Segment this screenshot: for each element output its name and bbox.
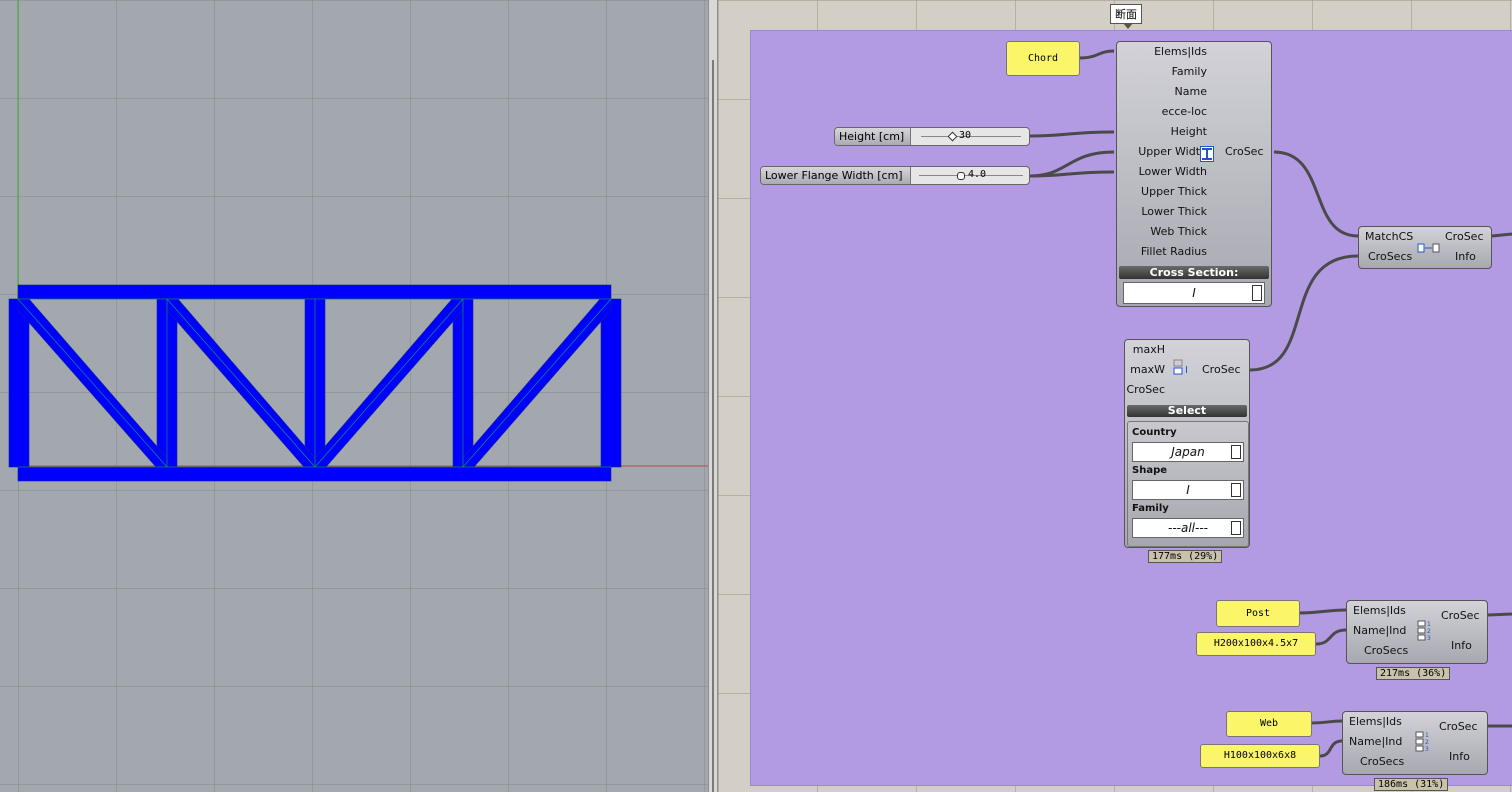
- lower-flange-slider-label: Lower Flange Width [cm]: [761, 167, 911, 184]
- height-slider-label: Height [cm]: [835, 128, 911, 145]
- list-select-icon: 123: [1417, 619, 1435, 643]
- cross-section-menu-title: Cross Section:: [1119, 266, 1269, 279]
- select-options-panel: Country Japan Shape I Family ---all---: [1127, 421, 1249, 547]
- input-lower-thick[interactable]: Lower Thick: [1141, 205, 1207, 218]
- output-info[interactable]: Info: [1455, 250, 1476, 263]
- input-maxh[interactable]: maxH: [1133, 343, 1165, 356]
- cross-section-dropdown-value: I: [1192, 286, 1196, 300]
- lower-flange-slider-handle[interactable]: [957, 172, 965, 180]
- output-crosec[interactable]: CroSec: [1202, 363, 1241, 376]
- match-crosec-component[interactable]: MatchCS CroSecs CroSec Info: [1358, 226, 1492, 269]
- svg-text:2: 2: [1427, 628, 1431, 635]
- select-timing-badge: 177ms (29%): [1148, 550, 1223, 563]
- input-elems-ids[interactable]: Elems|Ids: [1353, 604, 1406, 617]
- output-crosec[interactable]: CroSec: [1439, 720, 1478, 733]
- select-crosec-icon: I: [1173, 358, 1188, 380]
- svg-text:3: 3: [1425, 746, 1429, 753]
- post-panel[interactable]: Post: [1216, 600, 1300, 627]
- truss-top-chord: [17, 284, 612, 300]
- country-dropdown-button[interactable]: [1231, 445, 1241, 459]
- truss-bottom-chord: [17, 466, 612, 482]
- web-section-panel[interactable]: H100x100x6x8: [1200, 744, 1320, 768]
- grasshopper-canvas[interactable]: 断面 Chord Height [cm] 30 Lower Flange Wid…: [718, 0, 1512, 792]
- chord-panel[interactable]: Chord: [1006, 41, 1080, 76]
- web-crosec-component[interactable]: Elems|Ids Name|Ind CroSecs 123 CroSec In…: [1342, 711, 1488, 775]
- family-label: Family: [1132, 503, 1169, 514]
- height-slider-value: 30: [959, 130, 972, 141]
- country-label: Country: [1132, 427, 1177, 438]
- country-value: Japan: [1171, 445, 1205, 459]
- svg-text:I: I: [1185, 365, 1188, 376]
- lower-flange-slider-value: 4.0: [968, 169, 987, 180]
- output-info[interactable]: Info: [1451, 639, 1472, 652]
- shape-label: Shape: [1132, 465, 1168, 476]
- input-name-ind[interactable]: Name|Ind: [1353, 624, 1406, 637]
- input-elems-ids[interactable]: Elems|Ids: [1154, 45, 1207, 58]
- height-slider[interactable]: Height [cm] 30: [834, 127, 1030, 146]
- web-panel[interactable]: Web: [1226, 711, 1312, 737]
- web-timing-badge: 186ms (31%): [1374, 778, 1449, 791]
- svg-text:1: 1: [1425, 732, 1429, 739]
- input-maxw[interactable]: maxW: [1130, 363, 1165, 376]
- shape-dropdown-button[interactable]: [1231, 483, 1241, 497]
- svg-text:1: 1: [1427, 621, 1431, 628]
- shape-value: I: [1186, 483, 1190, 497]
- shape-dropdown[interactable]: I: [1132, 480, 1244, 500]
- output-info[interactable]: Info: [1449, 750, 1470, 763]
- input-ecce-loc[interactable]: ecce-loc: [1162, 105, 1207, 118]
- viewport-splitter[interactable]: [708, 0, 718, 792]
- family-value: ---all---: [1167, 521, 1208, 535]
- svg-text:3: 3: [1427, 635, 1431, 642]
- rhino-viewport[interactable]: [0, 0, 708, 792]
- output-crosec[interactable]: CroSec: [1441, 609, 1480, 622]
- input-matchcs[interactable]: MatchCS: [1365, 230, 1413, 243]
- input-crosec[interactable]: CroSec: [1127, 383, 1166, 396]
- input-name-ind[interactable]: Name|Ind: [1349, 735, 1402, 748]
- input-height[interactable]: Height: [1171, 125, 1207, 138]
- input-crosecs[interactable]: CroSecs: [1364, 644, 1408, 657]
- dropdown-button[interactable]: [1252, 285, 1262, 301]
- select-menu-title: Select: [1127, 405, 1247, 417]
- list-select-icon: 123: [1415, 730, 1433, 754]
- height-slider-handle[interactable]: [947, 131, 958, 142]
- svg-text:2: 2: [1425, 739, 1429, 746]
- output-crosec[interactable]: CroSec: [1225, 145, 1264, 158]
- post-section-panel[interactable]: H200x100x4.5x7: [1196, 632, 1316, 656]
- cross-section-dropdown[interactable]: I: [1123, 282, 1265, 304]
- output-crosec[interactable]: CroSec: [1445, 230, 1484, 243]
- family-dropdown-button[interactable]: [1231, 521, 1241, 535]
- input-family[interactable]: Family: [1172, 65, 1207, 78]
- input-name[interactable]: Name: [1175, 85, 1207, 98]
- truss-post-1: [8, 298, 30, 468]
- group-tag[interactable]: 断面: [1110, 4, 1142, 29]
- post-crosec-component[interactable]: Elems|Ids Name|Ind CroSecs 123 CroSec In…: [1346, 600, 1488, 664]
- input-upper-width[interactable]: Upper Width: [1138, 145, 1207, 158]
- select-crosec-component[interactable]: maxH maxW CroSec I CroSec Select Country…: [1124, 339, 1250, 548]
- family-dropdown[interactable]: ---all---: [1132, 518, 1244, 538]
- input-elems-ids[interactable]: Elems|Ids: [1349, 715, 1402, 728]
- input-fillet-radius[interactable]: Fillet Radius: [1141, 245, 1207, 258]
- truss-post-5: [600, 298, 622, 468]
- viewport-scene: [8, 0, 708, 482]
- input-lower-width[interactable]: Lower Width: [1139, 165, 1207, 178]
- input-crosecs[interactable]: CroSecs: [1368, 250, 1412, 263]
- i-beam-icon: [1200, 146, 1214, 162]
- lower-flange-slider[interactable]: Lower Flange Width [cm] 4.0: [760, 166, 1030, 185]
- input-crosecs[interactable]: CroSecs: [1360, 755, 1404, 768]
- input-web-thick[interactable]: Web Thick: [1150, 225, 1207, 238]
- match-icon: [1417, 242, 1440, 254]
- input-upper-thick[interactable]: Upper Thick: [1141, 185, 1207, 198]
- country-dropdown[interactable]: Japan: [1132, 442, 1244, 462]
- cross-section-component[interactable]: Elems|Ids Family Name ecce-loc Height Up…: [1116, 41, 1272, 307]
- post-timing-badge: 217ms (36%): [1376, 667, 1451, 680]
